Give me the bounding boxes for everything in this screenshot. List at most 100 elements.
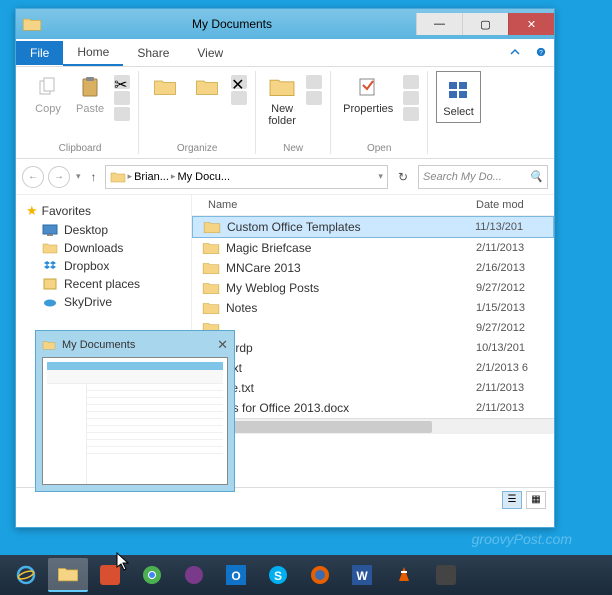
group-clipboard-label: Clipboard [59,143,102,154]
ribbon: Copy Paste ✂ Clipboard ✕ [16,67,554,159]
close-button[interactable]: ✕ [508,13,554,35]
favorites-heading[interactable]: ★ Favorites [20,201,187,221]
file-date: 10/13/201 [476,342,554,354]
taskbar-ie[interactable] [6,558,46,592]
file-name: .txt [226,361,476,375]
file-row[interactable]: .txt2/1/2013 6 [192,358,554,378]
sidebar-item-recent[interactable]: Recent places [20,275,187,293]
copy-path-icon[interactable] [114,91,130,105]
icons-view-button[interactable]: ▦ [526,491,546,509]
copy-button[interactable]: Copy [30,71,66,117]
copy-to-button[interactable] [189,71,225,105]
horizontal-scrollbar[interactable] [192,418,554,434]
delete-icon[interactable]: ✕ [231,75,247,89]
star-icon: ★ [26,203,38,219]
sidebar-item-desktop[interactable]: Desktop [20,221,187,239]
taskbar-outlook[interactable]: O [216,558,256,592]
titlebar[interactable]: My Documents — ▢ ✕ [16,9,554,39]
column-date[interactable]: Date mod [476,199,554,211]
thumbnail-close-button[interactable]: ✕ [217,337,228,353]
svg-text:O: O [231,569,240,583]
easy-access-icon[interactable] [306,91,322,105]
folder-icon [202,280,220,296]
folder-icon [42,339,56,351]
taskbar-thumbnail-preview[interactable]: My Documents ✕ [35,330,235,492]
back-button[interactable]: ← [22,166,44,188]
breadcrumb-part[interactable]: My Docu... [177,171,230,183]
file-row[interactable]: MNCare 20132/16/2013 [192,258,554,278]
taskbar-app-2[interactable] [174,558,214,592]
breadcrumb-part[interactable]: Brian... [134,171,169,183]
tab-share[interactable]: Share [123,41,183,65]
paste-button[interactable]: Paste [72,71,108,117]
details-view-button[interactable]: ☰ [502,491,522,509]
paste-icon [76,73,104,101]
tab-view[interactable]: View [183,41,237,65]
organize-mini-buttons[interactable]: ✕ [231,71,247,105]
taskbar-app-1[interactable] [90,558,130,592]
edit-icon[interactable] [403,91,419,105]
ribbon-collapse-icon[interactable] [502,45,528,60]
history-dropdown[interactable]: ▾ [74,171,83,182]
taskbar-app-3[interactable] [426,558,466,592]
file-name: lt.rdp [226,341,476,355]
svg-text:?: ? [539,50,543,57]
group-organize-label: Organize [177,143,218,154]
sidebar-item-skydrive[interactable]: SkyDrive [20,293,187,311]
file-date: 9/27/2012 [476,322,554,334]
column-headers[interactable]: Name Date mod [192,195,554,216]
column-name[interactable]: Name [192,199,476,211]
search-input[interactable]: Search My Do... 🔍 [418,165,548,189]
new-item-icon[interactable] [306,75,322,89]
file-row[interactable]: 9/27/2012 [192,318,554,338]
forward-button[interactable]: → [48,166,70,188]
help-icon[interactable]: ? [528,45,554,60]
file-date: 2/16/2013 [476,262,554,274]
new-folder-button[interactable]: New folder [264,71,300,129]
dropdown-icon[interactable]: ▾ [378,171,383,182]
file-row[interactable]: My Weblog Posts9/27/2012 [192,278,554,298]
folder-icon [22,14,42,34]
file-name: ile.txt [226,381,476,395]
taskbar-skype[interactable]: S [258,558,298,592]
file-row[interactable]: es for Office 2013.docx2/11/2013 [192,398,554,418]
new-folder-icon [268,73,296,101]
select-button[interactable]: Select [436,71,481,123]
move-to-button[interactable] [147,71,183,105]
file-row[interactable]: ile.txt2/11/2013 [192,378,554,398]
address-bar[interactable]: ▸ Brian... ▸ My Docu... ▾ [105,165,388,189]
rename-icon[interactable] [231,91,247,105]
maximize-button[interactable]: ▢ [462,13,508,35]
file-date: 1/15/2013 [476,302,554,314]
properties-button[interactable]: Properties [339,71,397,117]
thumbnail-image[interactable] [42,357,228,485]
dropbox-icon [42,259,58,273]
svg-text:W: W [356,569,368,583]
minimize-button[interactable]: — [416,13,462,35]
sidebar-item-downloads[interactable]: Downloads [20,239,187,257]
open-mini-buttons[interactable] [403,71,419,121]
scroll-thumb[interactable] [232,421,432,433]
history-icon[interactable] [403,107,419,121]
taskbar-explorer[interactable] [48,558,88,592]
taskbar-firefox[interactable] [300,558,340,592]
file-row[interactable]: Notes1/15/2013 [192,298,554,318]
file-name: My Weblog Posts [226,281,476,295]
taskbar-chrome[interactable] [132,558,172,592]
tab-file[interactable]: File [16,41,63,65]
new-mini-buttons[interactable] [306,71,322,105]
file-row[interactable]: lt.rdp10/13/201 [192,338,554,358]
paste-shortcut-icon[interactable] [114,107,130,121]
file-name: MNCare 2013 [226,261,476,275]
cut-icon[interactable]: ✂ [114,75,130,89]
taskbar-vlc[interactable] [384,558,424,592]
file-row[interactable]: Custom Office Templates11/13/201 [192,216,554,238]
refresh-button[interactable]: ↻ [392,170,414,184]
taskbar-word[interactable]: W [342,558,382,592]
tab-home[interactable]: Home [63,40,123,66]
open-icon[interactable] [403,75,419,89]
file-row[interactable]: Magic Briefcase2/11/2013 [192,238,554,258]
clipboard-mini-buttons[interactable]: ✂ [114,71,130,121]
sidebar-item-dropbox[interactable]: Dropbox [20,257,187,275]
up-button[interactable]: ↑ [87,170,101,184]
